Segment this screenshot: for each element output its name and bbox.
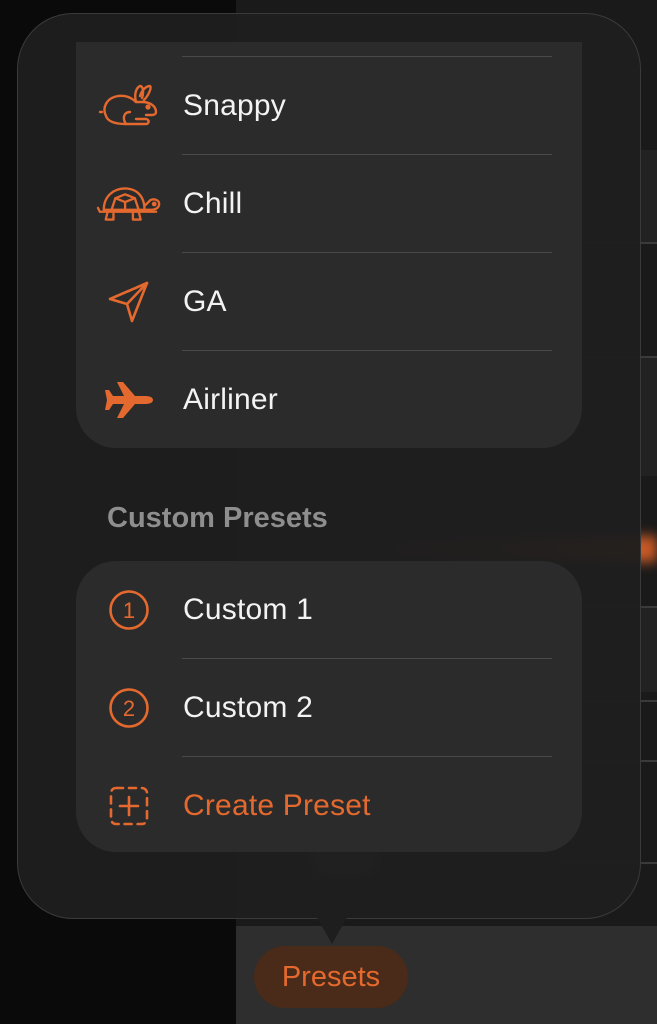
- preset-item-custom-2[interactable]: 2 Custom 2: [76, 659, 582, 757]
- preset-item-chill[interactable]: Chill: [76, 155, 582, 253]
- preset-item-label: Custom 2: [183, 691, 313, 724]
- preset-item-ga[interactable]: GA: [76, 253, 582, 351]
- presets-button[interactable]: Presets: [254, 946, 408, 1008]
- dashed-plus-square-icon: [96, 781, 162, 831]
- custom-presets-group: 1 Custom 1 2 Custom 2 Create Preset: [76, 561, 582, 852]
- section-header-custom-presets: Custom Presets: [107, 502, 328, 534]
- svg-text:2: 2: [123, 696, 135, 721]
- preset-item-label: GA: [183, 285, 227, 318]
- svg-text:1: 1: [123, 598, 135, 623]
- number-2-circle-icon: 2: [96, 683, 162, 733]
- number-1-circle-icon: 1: [96, 585, 162, 635]
- turtle-icon: [96, 179, 162, 229]
- preset-item-label: Custom 1: [183, 593, 313, 626]
- preset-item-airliner[interactable]: Airliner: [76, 351, 582, 448]
- create-preset-button[interactable]: Create Preset: [76, 757, 582, 852]
- preset-item-label: Airliner: [183, 383, 278, 416]
- paper-plane-icon: [96, 277, 162, 327]
- rabbit-icon: [96, 81, 162, 131]
- popover-arrow: [315, 914, 349, 944]
- create-preset-label: Create Preset: [183, 789, 371, 822]
- preset-item-label: Snappy: [183, 89, 286, 122]
- preset-item-custom-1[interactable]: 1 Custom 1: [76, 561, 582, 659]
- builtin-presets-group: Snappy Chill GA Airliner: [76, 42, 582, 448]
- preset-item-snappy[interactable]: Snappy: [76, 57, 582, 155]
- preset-item-label: Chill: [183, 187, 243, 220]
- airplane-icon: [96, 375, 162, 425]
